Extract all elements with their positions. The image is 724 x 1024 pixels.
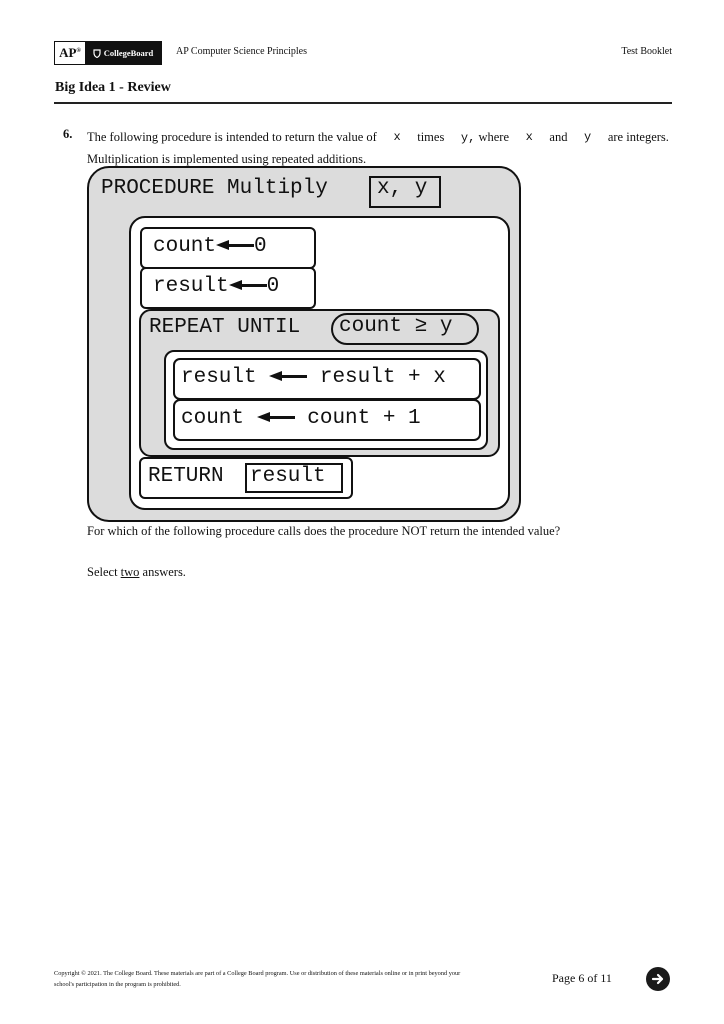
question-number: 6. bbox=[63, 127, 73, 141]
repeat-keyword: REPEAT UNTIL bbox=[149, 316, 301, 339]
page-indicator: Page 6 of 11 bbox=[552, 971, 612, 985]
collegeboard-logo: CollegeBoard bbox=[85, 42, 161, 64]
question-prompt: For which of the following procedure cal… bbox=[87, 524, 561, 538]
procedure-block-diagram: PROCEDURE Multiply x, y count 0 result 0 R… bbox=[87, 166, 521, 522]
question-line-1: The following procedure is intended to r… bbox=[87, 130, 669, 145]
assign-result-add-text: result result + x bbox=[181, 366, 446, 389]
copyright-notice: Copyright © 2021. The College Board. The… bbox=[54, 970, 461, 988]
question-text: The following procedure is intended to r… bbox=[87, 127, 669, 170]
ap-logo: AP ® bbox=[55, 42, 85, 64]
course-name: AP Computer Science Principles bbox=[176, 46, 307, 57]
return-value: result bbox=[250, 465, 326, 488]
assign-arrow-icon bbox=[228, 280, 267, 291]
assign-count-increment-text: count count + 1 bbox=[181, 407, 421, 430]
next-page-button[interactable] bbox=[646, 967, 670, 991]
assign-arrow-icon bbox=[216, 240, 255, 251]
select-instruction: Select two answers. bbox=[87, 565, 186, 579]
ap-collegeboard-logo: AP ® CollegeBoard bbox=[54, 41, 162, 65]
procedure-keyword: PROCEDURE Multiply bbox=[101, 177, 328, 200]
acorn-shield-icon bbox=[93, 48, 101, 58]
assign-count-init-text: count 0 bbox=[153, 235, 267, 258]
header-divider bbox=[54, 102, 672, 104]
section-title: Big Idea 1 - Review bbox=[55, 80, 171, 95]
assign-arrow-icon bbox=[256, 412, 295, 423]
page-header: AP ® CollegeBoard AP Computer Science Pri… bbox=[54, 41, 672, 65]
assign-arrow-icon bbox=[269, 371, 308, 382]
procedure-params-text: x, y bbox=[377, 177, 428, 200]
return-keyword: RETURN bbox=[148, 465, 224, 488]
assign-result-init-text: result 0 bbox=[153, 275, 280, 298]
booklet-label: Test Booklet bbox=[621, 46, 672, 57]
arrow-right-icon bbox=[651, 973, 664, 985]
repeat-condition-text: count ≥ y bbox=[339, 315, 453, 338]
